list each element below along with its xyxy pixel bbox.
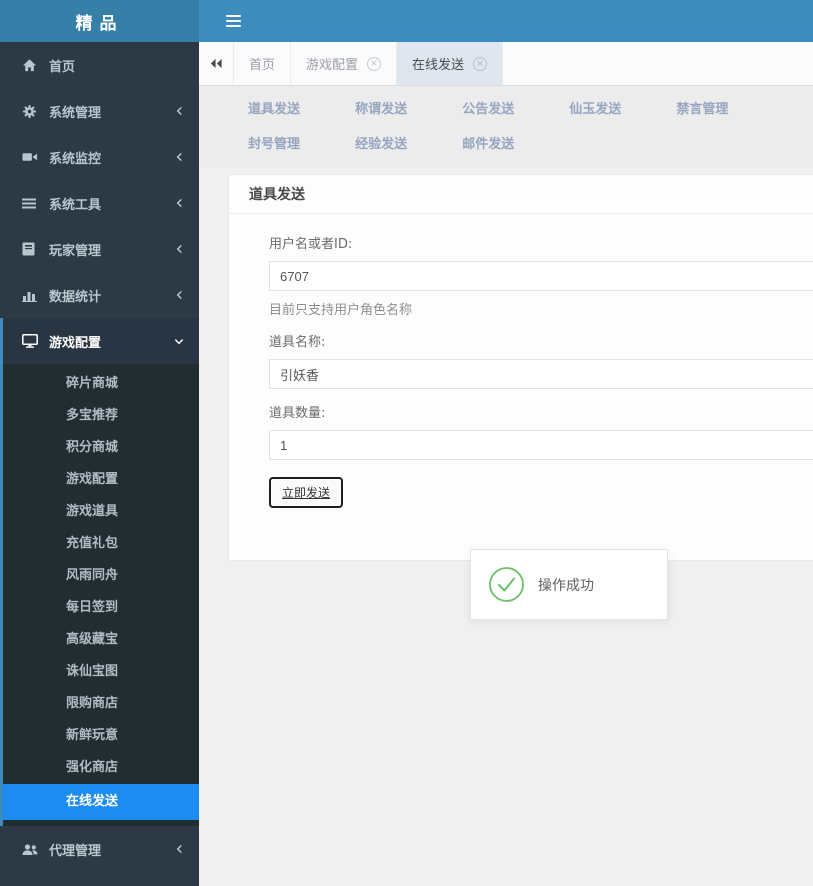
brand-logo: 精品	[0, 0, 199, 42]
subnav-link-notice-send[interactable]: 公告发送	[462, 98, 519, 117]
sidebar-item-system-manage[interactable]: 系统管理	[0, 88, 199, 134]
sidebar-item-label: 系统工具	[49, 197, 102, 213]
subnav-link-mail-send[interactable]: 邮件发送	[462, 133, 519, 152]
book-icon	[22, 242, 49, 256]
main-content: 首页 游戏配置 × 在线发送 × 道具发送 称谓发送 公告发送 仙玉发送 禁言管…	[199, 42, 813, 886]
sidebar-item-player-manage[interactable]: 玩家管理	[0, 226, 199, 272]
sidebar-item-data-stats[interactable]: 数据统计	[0, 272, 199, 318]
toast-message: 操作成功	[538, 577, 594, 594]
submenu-item[interactable]: 限购商店	[3, 688, 199, 720]
tab-bar: 首页 游戏配置 × 在线发送 ×	[199, 42, 813, 86]
item-count-input[interactable]	[269, 430, 813, 460]
chevron-left-icon	[174, 243, 185, 255]
chevron-left-icon	[174, 289, 185, 301]
submenu-item[interactable]: 游戏道具	[3, 496, 199, 528]
submenu-item[interactable]: 强化商店	[3, 752, 199, 784]
subnav-link-mute-manage[interactable]: 禁言管理	[676, 98, 733, 117]
sidebar-section-game-config: 游戏配置 碎片商城 多宝推荐 积分商城 游戏配置 游戏道具 充值礼包 风雨同舟 …	[0, 318, 199, 826]
chevron-left-icon	[174, 151, 185, 163]
sidebar-item-label: 玩家管理	[49, 243, 102, 259]
send-now-button[interactable]: 立即发送	[269, 477, 344, 508]
users-icon	[22, 843, 49, 856]
sidebar-item-label: 首页	[49, 59, 76, 75]
sidebar-item-label: 数据统计	[49, 289, 102, 305]
submenu-item[interactable]: 高级藏宝	[3, 624, 199, 656]
subnav-link-ban-manage[interactable]: 封号管理	[248, 133, 305, 152]
sidebar-item-system-tools[interactable]: 系统工具	[0, 180, 199, 226]
item-send-panel: 道具发送 用户名或者ID: 目前只支持用户角色名称 道具名称: 道具数量: 立即…	[228, 174, 813, 561]
submenu-item-online-send-active[interactable]: 在线发送	[3, 784, 199, 820]
top-bar: 精品	[0, 0, 813, 42]
submenu-item[interactable]: 新鲜玩意	[3, 720, 199, 752]
submenu-item[interactable]: 游戏配置	[3, 464, 199, 496]
chevron-left-icon	[174, 105, 185, 117]
subnav-link-jade-send[interactable]: 仙玉发送	[569, 98, 626, 117]
sidebar-item-agent-manage[interactable]: 代理管理	[0, 826, 199, 872]
sidebar-item-label: 系统监控	[49, 151, 102, 167]
submenu-item[interactable]: 积分商城	[3, 432, 199, 464]
submenu-item[interactable]: 充值礼包	[3, 528, 199, 560]
submenu-item[interactable]: 每日签到	[3, 592, 199, 624]
subnav-link-title-send[interactable]: 称谓发送	[355, 98, 412, 117]
item-name-label: 道具名称:	[269, 335, 326, 350]
tab-label: 首页	[249, 58, 276, 73]
game-config-submenu: 碎片商城 多宝推荐 积分商城 游戏配置 游戏道具 充值礼包 风雨同舟 每日签到 …	[3, 364, 199, 826]
home-icon	[22, 58, 49, 73]
tabs-scroll-back-icon[interactable]	[199, 42, 234, 85]
username-help-text: 目前只支持用户角色名称	[269, 303, 413, 318]
success-toast: 操作成功	[470, 549, 668, 620]
sidebar-item-label: 游戏配置	[49, 335, 102, 351]
username-label: 用户名或者ID:	[269, 237, 353, 252]
subnav-link-item-send[interactable]: 道具发送	[248, 98, 305, 117]
send-type-nav: 道具发送 称谓发送 公告发送 仙玉发送 禁言管理 封号管理 经验发送 邮件发送	[199, 86, 813, 168]
tab-close-icon[interactable]: ×	[367, 56, 382, 71]
chevron-down-icon	[173, 336, 185, 347]
monitor-icon	[22, 334, 49, 348]
panel-title: 道具发送	[229, 175, 813, 214]
submenu-item[interactable]: 多宝推荐	[3, 400, 199, 432]
submenu-item[interactable]: 风雨同舟	[3, 560, 199, 592]
subnav-link-exp-send[interactable]: 经验发送	[355, 133, 412, 152]
sidebar-item-home[interactable]: 首页	[0, 42, 199, 88]
success-check-icon	[488, 566, 525, 603]
tab-game-config[interactable]: 游戏配置 ×	[291, 42, 398, 85]
chevron-left-icon	[174, 843, 185, 855]
username-input[interactable]	[269, 261, 813, 291]
item-name-input[interactable]	[269, 359, 813, 389]
tab-close-icon[interactable]: ×	[473, 56, 488, 71]
tab-online-send-active[interactable]: 在线发送 ×	[397, 42, 504, 85]
navbar	[199, 0, 813, 42]
chevron-left-icon	[174, 197, 185, 209]
tab-home[interactable]: 首页	[234, 42, 292, 85]
submenu-item[interactable]: 诛仙宝图	[3, 656, 199, 688]
submenu-item[interactable]: 碎片商城	[3, 368, 199, 400]
chart-icon	[22, 289, 49, 302]
sidebar-item-label: 系统管理	[49, 105, 102, 121]
sidebar-item-game-config[interactable]: 游戏配置	[3, 318, 199, 364]
hamburger-menu-icon[interactable]	[226, 12, 241, 30]
item-count-label: 道具数量:	[269, 406, 326, 421]
tab-label: 游戏配置	[306, 58, 359, 73]
sidebar-item-label: 代理管理	[49, 843, 102, 859]
tab-label: 在线发送	[412, 58, 465, 73]
list-icon	[22, 197, 49, 210]
gear-icon	[22, 104, 49, 119]
item-send-form: 用户名或者ID: 目前只支持用户角色名称 道具名称: 道具数量: 立即发送	[229, 214, 813, 560]
sidebar: 首页 系统管理 系统监控 系统工具 玩家管理 数据统计 游戏配置 碎片商城 多宝…	[0, 42, 199, 886]
sidebar-item-system-monitor[interactable]: 系统监控	[0, 134, 199, 180]
app-window: 精品 首页 系统管理 系统监控 系统工具 玩家管理 数据统计 游戏配置 碎片商城…	[0, 0, 813, 886]
camera-icon	[22, 150, 49, 164]
